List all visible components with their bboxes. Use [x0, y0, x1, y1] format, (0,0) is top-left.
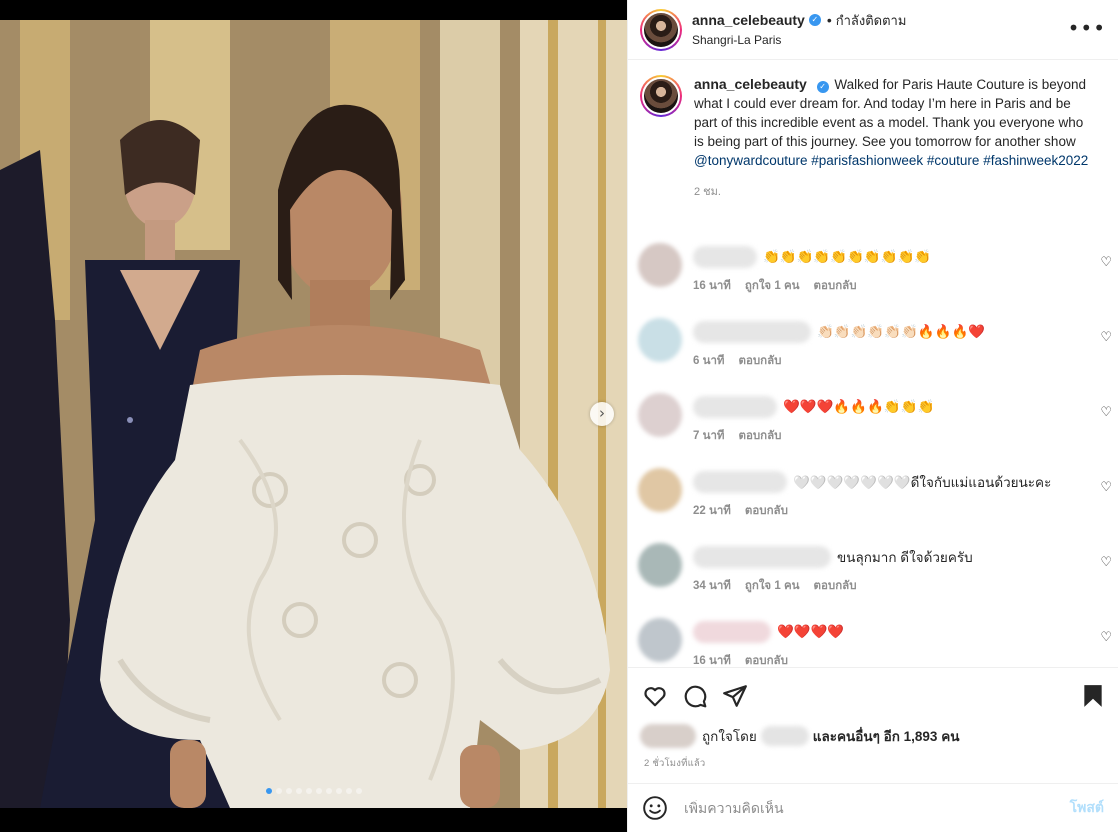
likes-summary[interactable]: ถูกใจโดย และคนอื่นๆ อีก 1,893 คน — [640, 724, 959, 748]
carousel-dot — [345, 788, 352, 794]
comment-item: 👏👏👏👏👏👏👏👏👏👏 16 นาที ถูกใจ 1 คน ตอบกลับ ♡ — [638, 241, 1118, 301]
post-photo-panel: › — [0, 0, 627, 832]
comment-text: 👏🏻👏🏻👏🏻👏🏻👏🏻👏🏻🔥🔥🔥❤️ — [817, 324, 986, 339]
comment-like-heart-icon[interactable]: ♡ — [1100, 330, 1112, 345]
commenter-avatar[interactable] — [638, 243, 682, 287]
carousel-dot — [285, 788, 292, 794]
caption-username[interactable]: anna_celebeauty — [694, 76, 807, 92]
liker-username-blurred[interactable] — [760, 726, 809, 746]
commenter-username-blurred[interactable] — [693, 246, 757, 268]
commenter-username-blurred[interactable] — [693, 546, 831, 568]
header-separator: • — [826, 12, 832, 28]
post-actions: ถูกใจโดย และคนอื่นๆ อีก 1,893 คน 2 ชั่วโ… — [628, 667, 1118, 782]
like-heart-icon[interactable] — [642, 683, 668, 709]
comment-text: ❤️❤️❤️❤️ — [777, 624, 845, 639]
carousel-dot — [325, 788, 332, 794]
author-avatar[interactable] — [640, 8, 682, 51]
commenter-avatar[interactable] — [638, 318, 682, 362]
comment-item: ❤️❤️❤️🔥🔥🔥👏👏👏 7 นาที ตอบกลับ ♡ — [638, 391, 1118, 451]
carousel-next-button[interactable]: › — [590, 402, 614, 426]
commenter-avatar[interactable] — [638, 543, 682, 587]
carousel-dot — [265, 788, 272, 794]
comment-reply-button[interactable]: ตอบกลับ — [739, 427, 782, 445]
post-comment-button[interactable]: โพสต์ — [1070, 797, 1104, 819]
post-location[interactable]: Shangri-La Paris — [692, 34, 906, 46]
caption-tag-mention[interactable]: @tonywardcouture — [694, 153, 808, 168]
comment-reply-button[interactable]: ตอบกลับ — [814, 277, 857, 295]
add-comment-bar: โพสต์ — [628, 783, 1118, 832]
commenter-username-blurred[interactable] — [693, 396, 777, 418]
caption-hashtag[interactable]: #couture — [927, 153, 980, 168]
post-header: anna_celebeauty ✓ • กำลังติดตาม Shangri-… — [628, 0, 1118, 60]
comment-like-heart-icon[interactable]: ♡ — [1100, 405, 1112, 420]
comment-text: 🤍🤍🤍🤍🤍🤍🤍ดีใจกับแม่แอนด้วยนะคะ — [793, 475, 1052, 490]
comment-likes[interactable]: ถูกใจ 1 คน — [745, 277, 800, 295]
carousel-dot — [355, 788, 362, 794]
comment-text: 👏👏👏👏👏👏👏👏👏👏 — [763, 249, 932, 264]
comment-time: 7 นาที — [693, 430, 725, 442]
comment-reply-button[interactable]: ตอบกลับ — [739, 352, 782, 370]
save-bookmark-icon[interactable] — [1080, 683, 1106, 709]
comment-time: 16 นาที — [693, 655, 731, 667]
comment-item: ขนลุกมาก ดีใจด้วยครับ 34 นาที ถูกใจ 1 คน… — [638, 541, 1118, 601]
comment-text: ขนลุกมาก ดีใจด้วยครับ — [837, 550, 973, 565]
comment-time: 6 นาที — [693, 355, 725, 367]
people-suffix: คน — [941, 729, 960, 744]
verified-badge-icon: ✓ — [808, 14, 821, 26]
carousel-dots — [0, 788, 627, 794]
comment-item: 🤍🤍🤍🤍🤍🤍🤍ดีใจกับแม่แอนด้วยนะคะ 22 นาที ตอบ… — [638, 466, 1118, 526]
post-side-panel: anna_celebeauty ✓ • กำลังติดตาม Shangri-… — [627, 0, 1118, 832]
caption-hashtag[interactable]: #fashinweek2022 — [983, 153, 1088, 168]
carousel-dot — [295, 788, 302, 794]
comment-like-heart-icon[interactable]: ♡ — [1100, 555, 1112, 570]
post-photo[interactable] — [0, 20, 627, 808]
carousel-dot — [305, 788, 312, 794]
commenter-username-blurred[interactable] — [693, 321, 811, 343]
caption-timestamp: 2 ชม. — [694, 186, 721, 198]
comment-time: 22 นาที — [693, 505, 731, 517]
comment-like-heart-icon[interactable]: ♡ — [1100, 480, 1112, 495]
caption-hashtag[interactable]: #parisfashionweek — [811, 153, 923, 168]
post-timestamp: 2 ชั่วโมงที่แล้ว — [644, 758, 706, 769]
carousel-dot — [275, 788, 282, 794]
comment-reply-button[interactable]: ตอบกลับ — [814, 577, 857, 595]
post-caption: anna_celebeauty ✓ Walked for Paris Haute… — [628, 61, 1118, 170]
emoji-smiley-icon[interactable] — [642, 795, 668, 821]
comment-text: ❤️❤️❤️🔥🔥🔥👏👏👏 — [783, 399, 935, 414]
comment-item: 👏🏻👏🏻👏🏻👏🏻👏🏻👏🏻🔥🔥🔥❤️ 6 นาที ตอบกลับ ♡ — [638, 316, 1118, 376]
verified-badge-icon: ✓ — [816, 80, 829, 93]
comment-reply-button[interactable]: ตอบกลับ — [745, 502, 788, 520]
caption-author-avatar[interactable] — [640, 75, 682, 117]
comment-item: ❤️❤️❤️❤️ 16 นาที ตอบกลับ ♡ — [638, 616, 1118, 667]
comment-bubble-icon[interactable] — [682, 683, 708, 709]
liker-avatars-blurred — [640, 724, 696, 748]
share-paper-plane-icon[interactable] — [722, 683, 748, 709]
runway-photo-illustration — [0, 20, 627, 808]
liked-by-label: ถูกใจโดย — [702, 729, 757, 744]
commenter-username-blurred[interactable] — [693, 621, 771, 643]
comment-input[interactable] — [684, 800, 1044, 816]
comment-reply-button[interactable]: ตอบกลับ — [745, 652, 788, 667]
commenter-avatar[interactable] — [638, 618, 682, 662]
comment-time: 34 นาที — [693, 580, 731, 592]
carousel-dot — [315, 788, 322, 794]
comments-feed[interactable]: anna_celebeauty ✓ Walked for Paris Haute… — [628, 61, 1118, 667]
comment-time: 16 นาที — [693, 280, 731, 292]
carousel-dot — [335, 788, 342, 794]
comment-like-heart-icon[interactable]: ♡ — [1100, 630, 1112, 645]
commenter-avatar[interactable] — [638, 468, 682, 512]
commenter-avatar[interactable] — [638, 393, 682, 437]
more-options-icon[interactable]: ••• — [1068, 16, 1106, 40]
comment-likes[interactable]: ถูกใจ 1 คน — [745, 577, 800, 595]
and-others-label[interactable]: และคนอื่นๆ อีก — [813, 725, 900, 747]
commenter-username-blurred[interactable] — [693, 471, 787, 493]
following-button[interactable]: กำลังติดตาม — [836, 14, 907, 27]
like-count[interactable]: 1,893 — [904, 729, 938, 744]
author-username[interactable]: anna_celebeauty — [692, 13, 805, 27]
comment-like-heart-icon[interactable]: ♡ — [1100, 255, 1112, 270]
